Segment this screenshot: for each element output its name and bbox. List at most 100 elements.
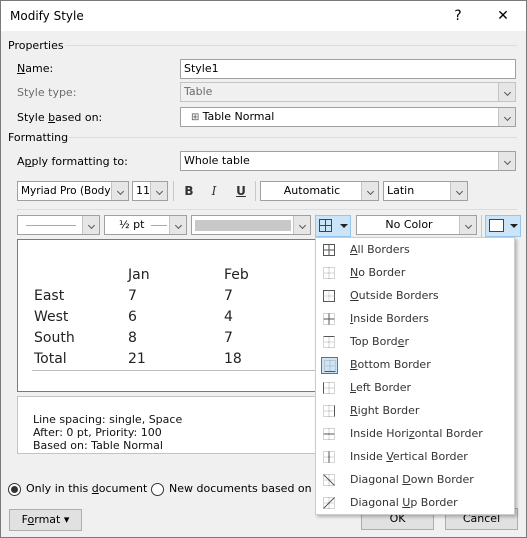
dialog-title: Modify Style xyxy=(10,9,84,23)
based-on-label: Style based on: xyxy=(17,111,103,124)
border-menu-item-label: Bottom Border xyxy=(350,358,431,371)
border-color-swatch xyxy=(195,220,291,231)
font-color-select[interactable]: Automatic xyxy=(260,181,379,201)
border-menu-item-no-border[interactable]: No Border xyxy=(316,262,514,285)
outside-borders-icon xyxy=(321,288,338,305)
format-button[interactable]: Format ▾ xyxy=(9,509,82,531)
chevron-down-icon xyxy=(111,182,128,200)
formatting-group-label: Formatting xyxy=(8,131,69,144)
font-size-select[interactable]: 11 xyxy=(132,181,168,201)
font-value: Myriad Pro (Body) xyxy=(21,185,115,197)
divider xyxy=(255,181,256,201)
apply-formatting-select[interactable]: Whole table xyxy=(180,151,516,171)
border-menu-item-top-border[interactable]: Top Border xyxy=(316,331,514,354)
border-menu-item-bottom-border[interactable]: Bottom Border xyxy=(316,354,514,377)
border-menu-item-label: Top Border xyxy=(350,335,409,348)
font-select[interactable]: Myriad Pro (Body) xyxy=(17,181,129,201)
preview-cell: South xyxy=(34,330,75,346)
style-type-value: Table xyxy=(184,85,213,98)
left-border-icon xyxy=(321,380,338,397)
dropdown-arrow-icon xyxy=(340,224,348,228)
chevron-down-icon xyxy=(498,108,515,126)
border-menu-item-inside-horizontal-border[interactable]: Inside Horizontal Border xyxy=(316,423,514,446)
chevron-down-icon xyxy=(293,216,310,234)
description-line: Based on: Table Normal xyxy=(33,439,163,452)
only-this-document-radio[interactable] xyxy=(8,483,21,496)
only-this-document-label[interactable]: Only in this document xyxy=(26,482,147,495)
divider xyxy=(173,181,174,201)
divider xyxy=(17,209,517,210)
divider xyxy=(69,137,517,138)
dropdown-arrow-icon xyxy=(510,224,518,228)
italic-button[interactable]: I xyxy=(204,182,224,200)
properties-group-label: Properties xyxy=(8,39,64,52)
description-line: After: 0 pt, Priority: 100 xyxy=(33,426,162,439)
border-menu-item-label: Inside Borders xyxy=(350,312,429,325)
new-documents-label[interactable]: New documents based on th xyxy=(169,482,326,495)
style-based-on-select[interactable]: ⊞ Table Normal xyxy=(180,107,516,127)
all-borders-icon xyxy=(321,242,338,259)
borders-dropdown-menu: All Borders No Border Outside Borders Insid… xyxy=(315,237,515,515)
preview-cell: 18 xyxy=(224,351,242,367)
chevron-down-icon xyxy=(498,83,515,101)
border-menu-item-label: Outside Borders xyxy=(350,289,439,302)
border-menu-item-label: All Borders xyxy=(350,243,410,256)
modify-style-dialog: Modify Style ? ✕ Properties Name: Style1… xyxy=(0,0,527,538)
all-borders-icon xyxy=(319,219,332,232)
chevron-down-icon xyxy=(150,182,167,200)
shading-select[interactable]: No Color xyxy=(356,215,477,235)
name-input[interactable]: Style1 xyxy=(180,59,516,79)
borders-split-button[interactable] xyxy=(315,215,351,237)
border-menu-item-label: Right Border xyxy=(350,404,420,417)
title-bar: Modify Style ? ✕ xyxy=(1,1,526,31)
border-menu-item-label: Inside Horizontal Border xyxy=(350,427,483,440)
help-button[interactable]: ? xyxy=(443,5,473,27)
line-weight-select[interactable]: ½ pt xyxy=(104,215,187,235)
underline-button[interactable]: U xyxy=(231,182,251,200)
border-menu-item-diagonal-up-border[interactable]: Diagonal Up Border xyxy=(316,492,514,515)
preview-cell: 7 xyxy=(224,288,233,304)
name-label: Name: xyxy=(17,62,54,75)
border-menu-item-inside-borders[interactable]: Inside Borders xyxy=(316,308,514,331)
diagonal-down-border-icon xyxy=(321,472,338,489)
script-select[interactable]: Latin xyxy=(383,181,468,201)
border-menu-item-outside-borders[interactable]: Outside Borders xyxy=(316,285,514,308)
alignment-split-button[interactable] xyxy=(485,215,521,237)
preview-cell: West xyxy=(34,309,69,325)
script-value: Latin xyxy=(387,184,415,197)
chevron-down-icon xyxy=(82,216,99,234)
apply-formatting-label: Apply formatting to: xyxy=(17,155,128,168)
preview-cell: 21 xyxy=(128,351,146,367)
preview-cell: 8 xyxy=(128,330,137,346)
new-documents-radio[interactable] xyxy=(151,483,164,496)
chevron-down-icon xyxy=(459,216,476,234)
align-left-icon xyxy=(489,219,504,232)
border-menu-item-inside-vertical-border[interactable]: Inside Vertical Border xyxy=(316,446,514,469)
apply-formatting-value: Whole table xyxy=(184,154,250,167)
font-color-value: Automatic xyxy=(283,184,341,197)
line-weight-value: ½ pt xyxy=(119,218,145,231)
divider xyxy=(481,215,482,237)
border-menu-item-label: Diagonal Up Border xyxy=(350,496,458,509)
line-style-select[interactable] xyxy=(17,215,100,235)
border-menu-item-diagonal-down-border[interactable]: Diagonal Down Border xyxy=(316,469,514,492)
border-menu-item-label: Left Border xyxy=(350,381,412,394)
table-preview: Jan Feb East 7 7 West 6 4 South 8 7 Tota… xyxy=(17,239,318,392)
bold-button[interactable]: B xyxy=(179,182,199,200)
inside-vertical-border-icon xyxy=(321,449,338,466)
border-menu-item-left-border[interactable]: Left Border xyxy=(316,377,514,400)
right-border-icon xyxy=(321,403,338,420)
top-border-icon xyxy=(321,334,338,351)
preview-cell: 4 xyxy=(224,309,233,325)
preview-header: Feb xyxy=(224,267,249,283)
preview-bottom-border xyxy=(32,370,318,371)
table-icon: ⊞ xyxy=(191,112,203,123)
close-button[interactable]: ✕ xyxy=(488,5,518,27)
border-color-select[interactable] xyxy=(191,215,311,235)
border-menu-item-all-borders[interactable]: All Borders xyxy=(316,239,514,262)
border-menu-item-label: Inside Vertical Border xyxy=(350,450,468,463)
divider xyxy=(65,45,517,46)
preview-cell: 7 xyxy=(224,330,233,346)
border-menu-item-right-border[interactable]: Right Border xyxy=(316,400,514,423)
bottom-border-icon xyxy=(321,357,338,374)
